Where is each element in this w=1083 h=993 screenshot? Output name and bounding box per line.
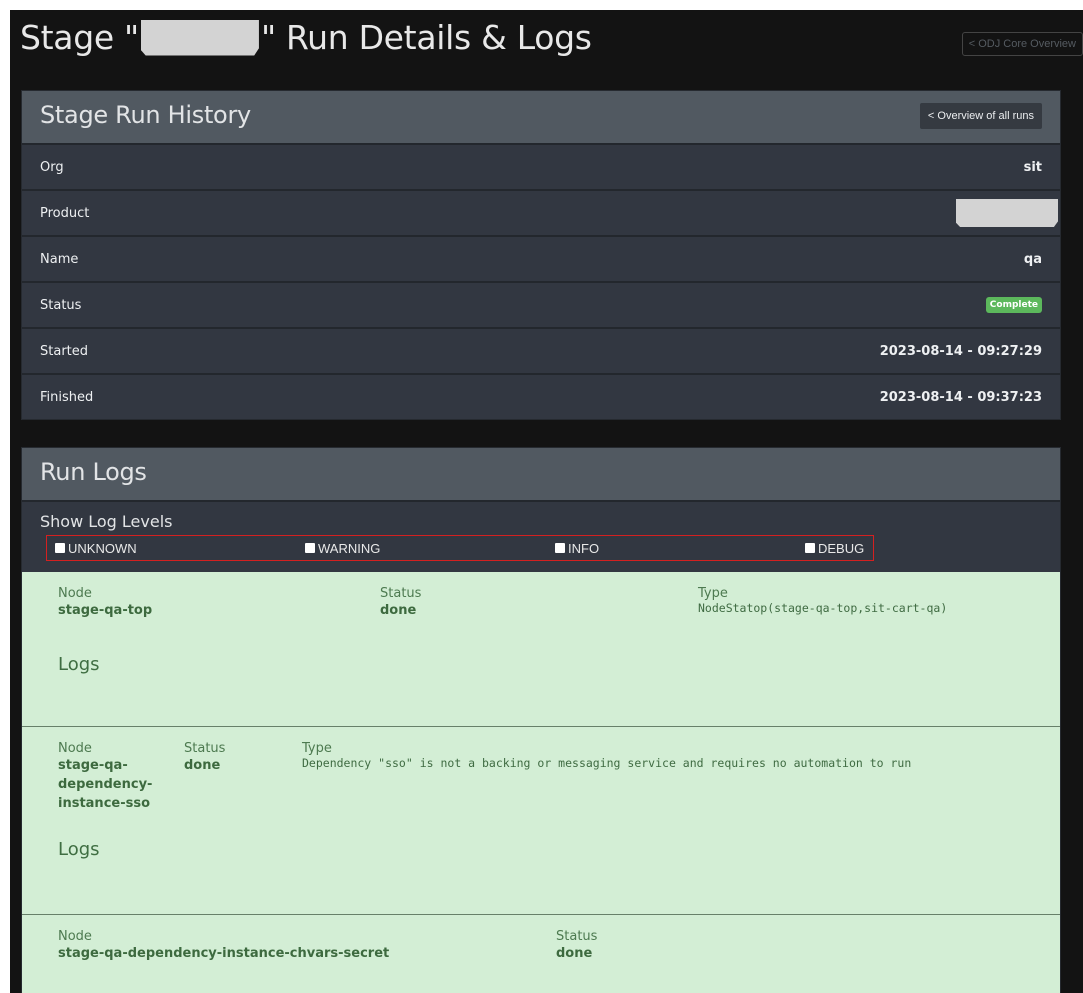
node-entry: Node stage-qa-top Status done Type NodeS… [22,572,1060,727]
odj-core-overview-button[interactable]: < ODJ Core Overview [961,32,1083,56]
status-value: done [556,946,593,961]
row-label: Status [40,297,82,313]
row-name: Name qa [22,237,1060,283]
status-column: Status done [380,586,421,620]
row-label: Finished [40,389,94,405]
checkbox-label: INFO [568,540,600,556]
redacted-product-value [956,199,1058,227]
page-header: Stage " " Run Details & Logs < ODJ Core … [10,10,1083,82]
redacted-stage-name [140,19,259,56]
row-label: Started [40,343,89,359]
node-column: Node stage-qa-dependency-instance-chvars… [58,929,389,963]
panel-title: Stage Run History [40,101,251,129]
row-status: Status Complete [22,283,1060,329]
row-value: 2023-08-14 - 09:37:23 [879,389,1042,405]
panel-header: Run Logs [22,448,1060,502]
type-column: Type NodeStatop(stage-qa-top,sit-cart-qa… [698,586,947,615]
type-value: NodeStatop(stage-qa-top,sit-cart-qa) [698,601,948,615]
type-value: Dependency "sso" is not a backing or mes… [302,756,912,770]
node-entry: Node stage-qa-dependency-instance-chvars… [22,915,1060,993]
status-badge: Complete [985,297,1042,313]
checkbox-label: WARNING [318,540,381,556]
row-value: sit [1023,159,1042,175]
checkbox-warning[interactable]: WARNING [305,541,380,556]
stage-run-history-panel: Stage Run History < Overview of all runs… [22,91,1060,419]
checkbox-box[interactable] [55,543,65,553]
checkbox-info[interactable]: INFO [555,541,599,556]
node-value: stage-qa-top [58,603,153,618]
node-value-line: instance-sso [58,796,151,811]
log-level-checkboxes: UNKNOWN WARNING INFO DEBUG [46,535,874,561]
run-logs-panel: Run Logs Show Log Levels UNKNOWN WARNING… [22,448,1060,993]
status-value: done [380,603,417,618]
node-value: stage-qa-dependency-instance-chvars-secr… [58,946,390,961]
row-label: Product [40,205,90,221]
row-product: Product [22,191,1060,237]
checkbox-label: UNKNOWN [68,540,137,556]
panel-title: Run Logs [40,458,147,486]
checkbox-box[interactable] [305,543,315,553]
row-started: Started 2023-08-14 - 09:27:29 [22,329,1060,375]
node-column: Node stage-qa-top [58,586,152,620]
node-label: Node [58,929,92,944]
row-value: qa [1023,251,1042,267]
node-entry: Node stage-qa- dependency- instance-sso … [22,727,1060,915]
status-value: done [184,758,221,773]
checkbox-unknown[interactable]: UNKNOWN [55,541,137,556]
checkbox-box[interactable] [805,543,815,553]
node-label: Node [58,586,92,601]
row-label: Name [40,251,79,267]
type-column: Type Dependency "sso" is not a backing o… [302,741,911,770]
title-prefix: Stage " [20,18,139,57]
type-label: Type [302,741,332,756]
checkbox-label: DEBUG [818,540,865,556]
row-finished: Finished 2023-08-14 - 09:37:23 [22,375,1060,419]
overview-all-runs-button[interactable]: < Overview of all runs [919,103,1042,129]
row-label: Org [40,159,64,175]
status-column: Status done [184,741,225,775]
status-label: Status [380,586,422,601]
type-label: Type [698,586,728,601]
node-value-line: stage-qa- [58,758,128,773]
title-suffix: " Run Details & Logs [260,18,592,57]
node-column: Node stage-qa- dependency- instance-sso [58,741,152,813]
status-label: Status [556,929,598,944]
node-value-line: dependency- [58,777,153,792]
checkbox-debug[interactable]: DEBUG [805,541,864,556]
row-org: Org sit [22,145,1060,191]
status-label: Status [184,741,226,756]
logs-heading: Logs [58,654,100,675]
page: Stage " " Run Details & Logs < ODJ Core … [10,10,1083,993]
logs-heading: Logs [58,839,100,860]
filter-label: Show Log Levels [40,512,173,531]
status-column: Status done [556,929,597,963]
log-level-filter: Show Log Levels UNKNOWN WARNING INFO DEB… [22,502,1060,572]
node-label: Node [58,741,92,756]
page-title: Stage " " Run Details & Logs [20,18,592,57]
checkbox-box[interactable] [555,543,565,553]
row-value: 2023-08-14 - 09:27:29 [879,343,1042,359]
panel-header: Stage Run History < Overview of all runs [22,91,1060,145]
